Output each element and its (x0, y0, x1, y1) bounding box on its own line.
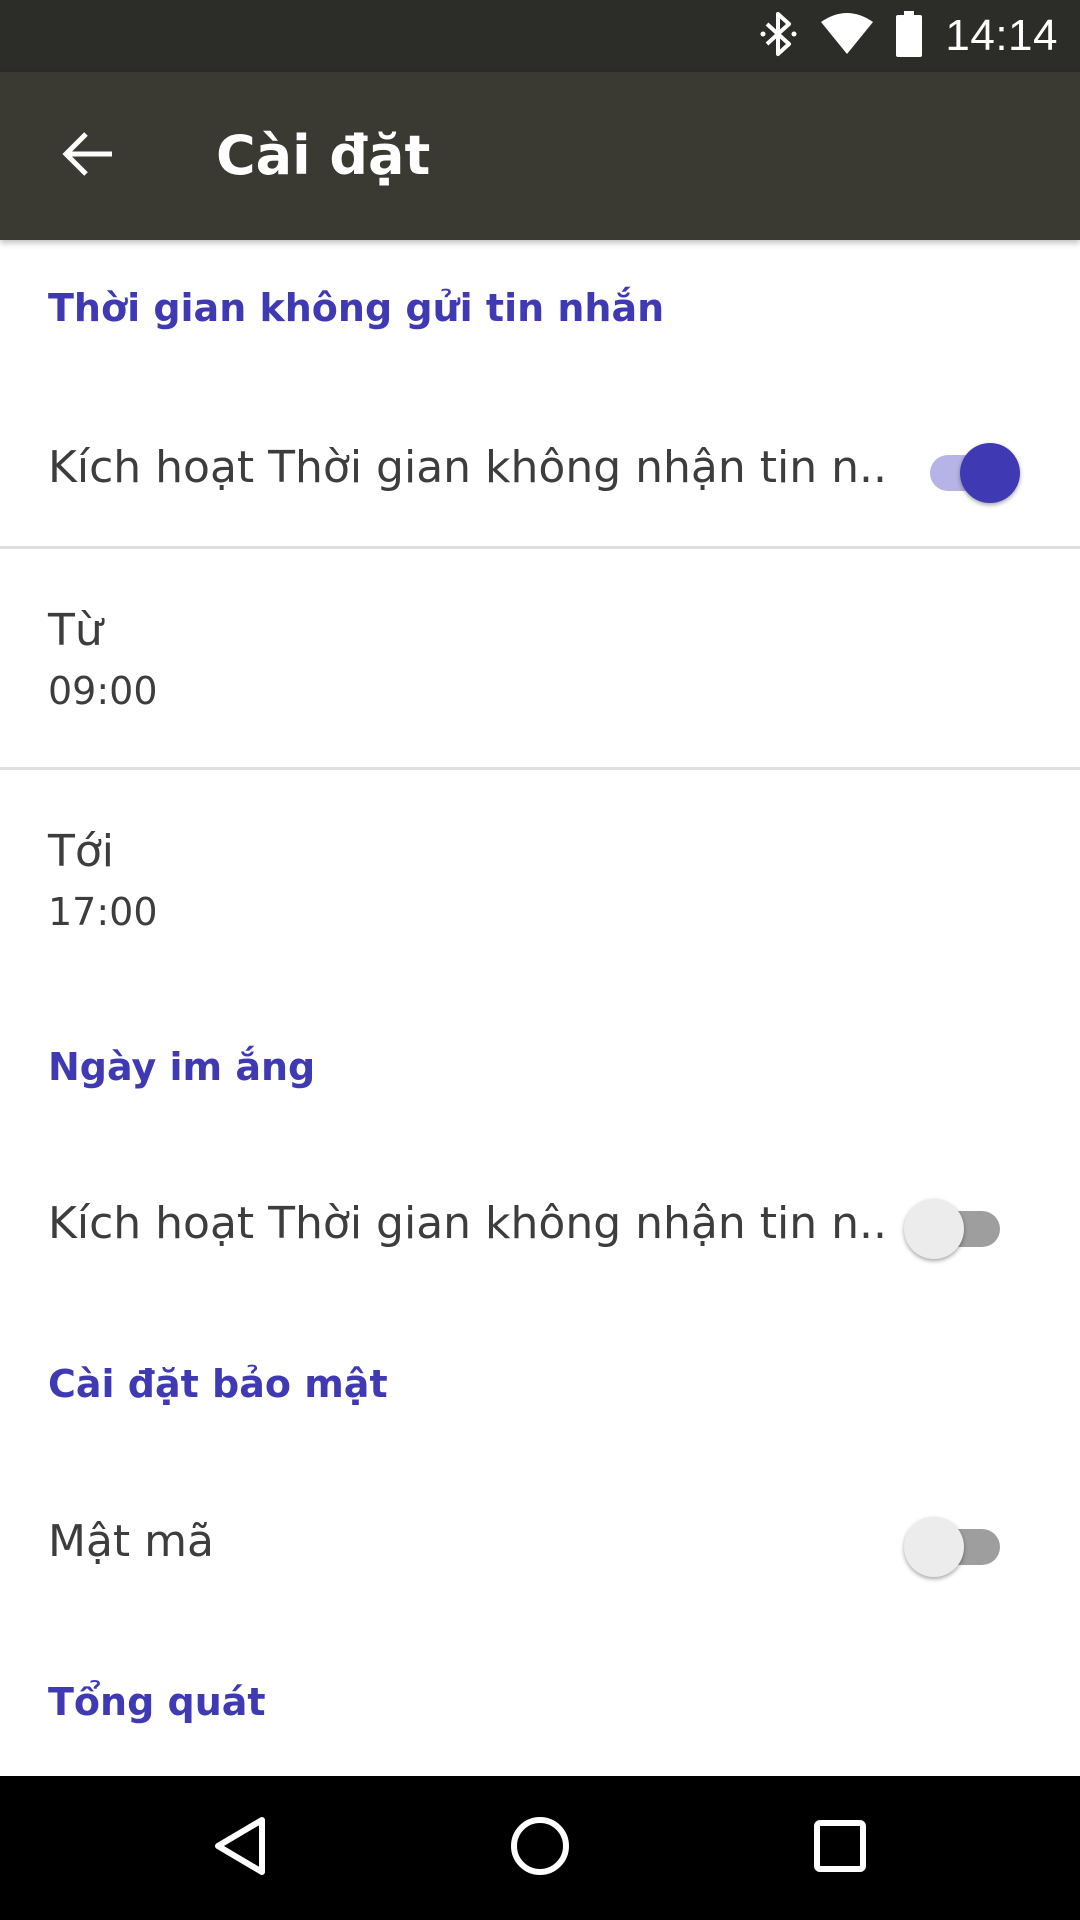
to-label: Tới (48, 826, 115, 877)
page-title: Cài đặt (216, 124, 431, 187)
enable-quiet-day-label: Kích hoạt Thời gian không nhận tin n.. (48, 1198, 887, 1249)
settings-screen: 14:14 Cài đặt Thời gian không gửi tin nh… (0, 0, 1080, 1920)
enable-no-message-time-row[interactable]: Kích hoạt Thời gian không nhận tin n.. (0, 398, 1080, 548)
password-row[interactable]: Mật mã (0, 1468, 1080, 1618)
enable-quiet-day-row[interactable]: Kích hoạt Thời gian không nhận tin n.. (0, 1150, 1080, 1300)
toggle-thumb (960, 443, 1020, 503)
from-label: Từ (48, 605, 103, 656)
recents-square-icon (812, 1818, 868, 1878)
section-header-general: Tổng quát (48, 1680, 266, 1724)
back-triangle-icon (210, 1814, 270, 1882)
nav-home-button[interactable] (490, 1798, 590, 1898)
to-time-row[interactable]: Tới 17:00 (0, 770, 1080, 988)
status-icons: 14:14 (759, 0, 1058, 72)
status-bar: 14:14 (0, 0, 1080, 72)
enable-no-message-time-toggle[interactable] (916, 438, 1026, 508)
to-value: 17:00 (48, 890, 158, 934)
navigation-bar (0, 1776, 1080, 1920)
from-value: 09:00 (48, 669, 158, 713)
toggle-thumb (904, 1199, 964, 1259)
section-header-security: Cài đặt bảo mật (48, 1362, 388, 1406)
enable-quiet-day-toggle[interactable] (904, 1194, 1014, 1264)
password-label: Mật mã (48, 1516, 214, 1567)
battery-icon (895, 10, 923, 62)
enable-no-message-time-label: Kích hoạt Thời gian không nhận tin n.. (48, 442, 887, 493)
status-time: 14:14 (945, 11, 1058, 60)
toggle-thumb (904, 1517, 964, 1577)
bluetooth-icon (759, 10, 799, 62)
wifi-icon (821, 12, 874, 60)
app-bar: Cài đặt (0, 72, 1080, 240)
nav-back-button[interactable] (190, 1798, 290, 1898)
back-button[interactable] (40, 108, 136, 204)
section-header-no-message-time: Thời gian không gửi tin nhắn (48, 286, 665, 330)
arrow-back-icon (60, 126, 116, 186)
home-circle-icon (508, 1814, 572, 1882)
from-time-row[interactable]: Từ 09:00 (0, 549, 1080, 767)
password-toggle[interactable] (904, 1512, 1014, 1582)
nav-recents-button[interactable] (790, 1798, 890, 1898)
section-header-quiet-day: Ngày im ắng (48, 1045, 316, 1089)
